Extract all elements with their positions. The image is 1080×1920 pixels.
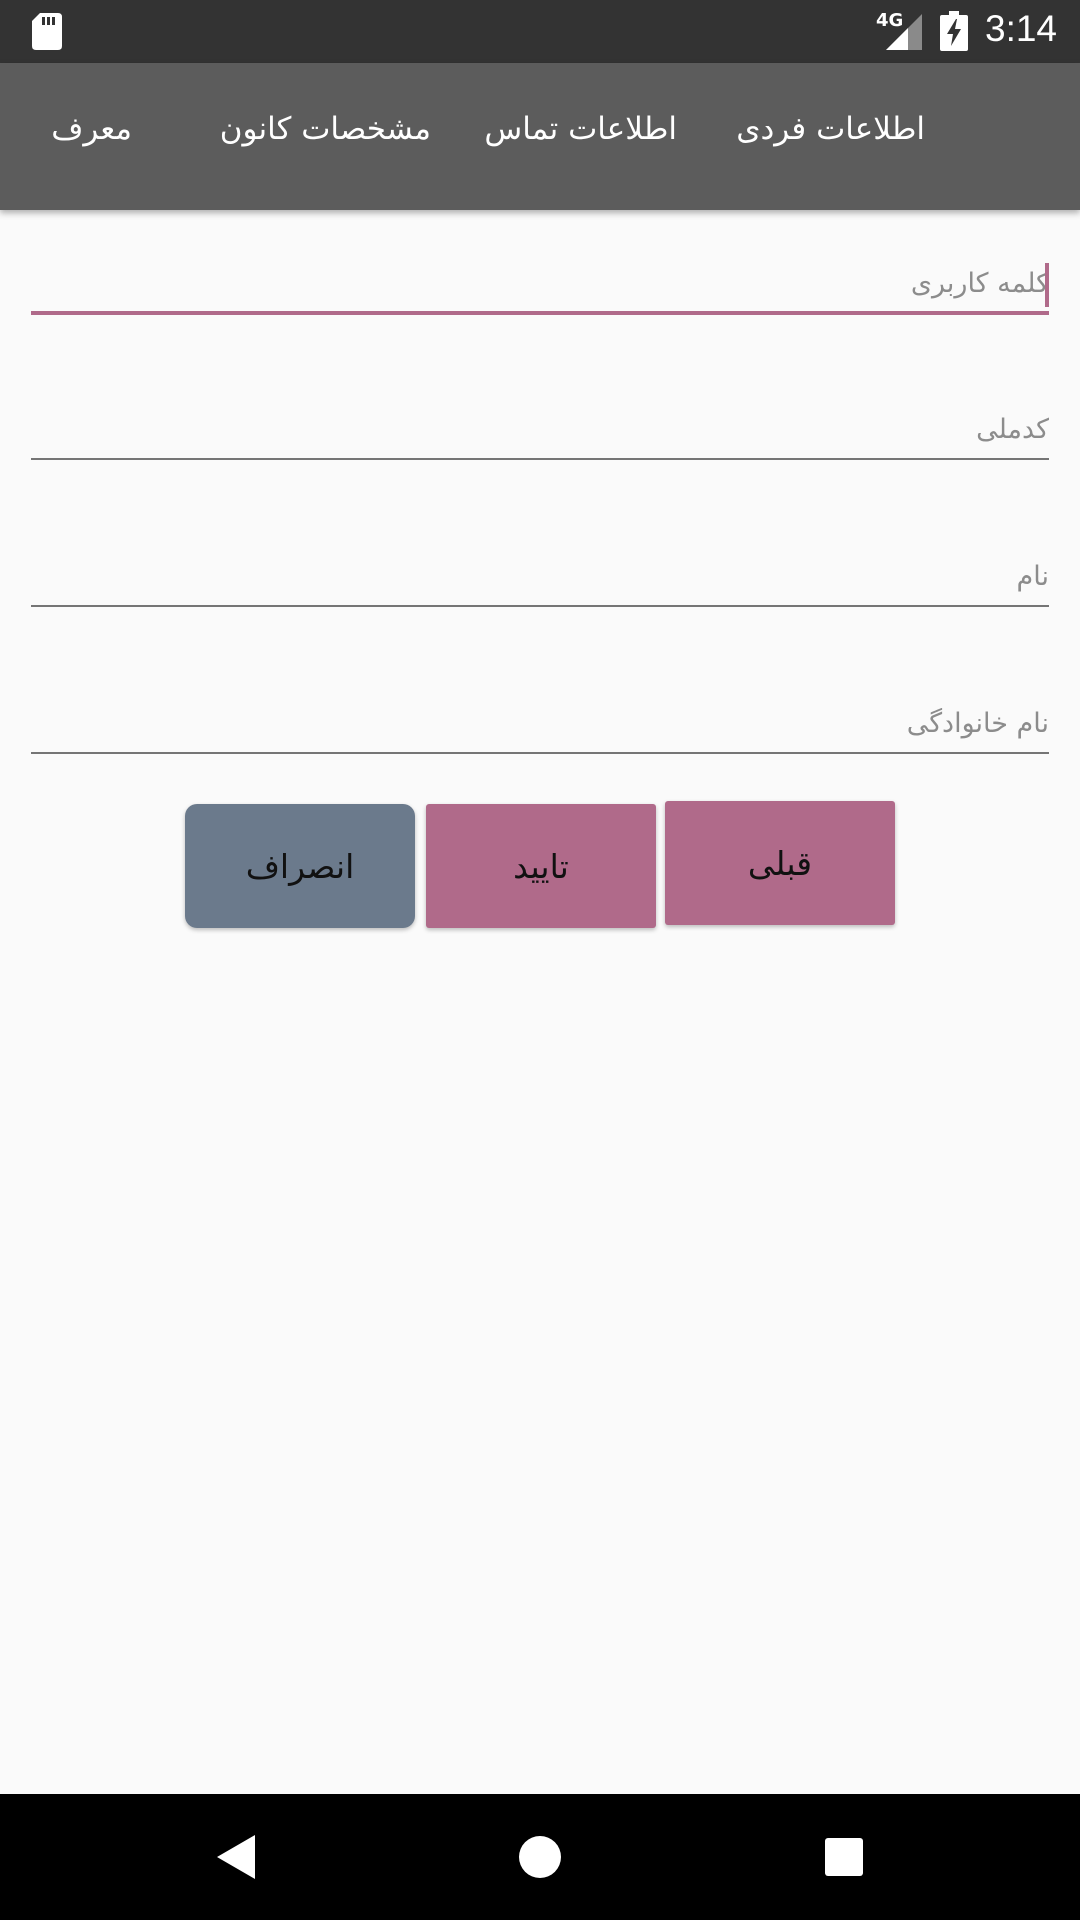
sd-card-icon	[32, 13, 62, 50]
tab-center-details[interactable]: مشخصات کانون	[220, 107, 431, 151]
clock: 3:14	[985, 8, 1058, 49]
national-code-input[interactable]	[31, 400, 1049, 460]
tab-referrer[interactable]: معرف	[51, 107, 132, 151]
text-cursor	[1045, 263, 1049, 307]
last-name-field	[31, 694, 1049, 758]
navigation-bar	[0, 1794, 1080, 1920]
confirm-button[interactable]: تایید	[426, 804, 656, 928]
tab-bar: اطلاعات فردی اطلاعات تماس مشخصات کانون م…	[0, 63, 1080, 210]
previous-button[interactable]: قبلی	[665, 801, 895, 925]
last-name-input[interactable]	[31, 694, 1049, 754]
signal-icon	[886, 14, 922, 50]
home-icon	[519, 1836, 561, 1878]
tab-personal-info[interactable]: اطلاعات فردی	[736, 107, 925, 151]
back-icon	[217, 1835, 255, 1879]
battery-charging-icon	[940, 11, 968, 51]
username-field	[31, 255, 1049, 319]
first-name-input[interactable]	[31, 547, 1049, 607]
tab-contact-info[interactable]: اطلاعات تماس	[484, 107, 677, 151]
username-input[interactable]	[31, 255, 1049, 315]
back-button[interactable]	[176, 1794, 296, 1920]
national-code-field	[31, 400, 1049, 464]
recents-button[interactable]	[784, 1794, 904, 1920]
home-button[interactable]	[480, 1794, 600, 1920]
recents-icon	[825, 1838, 863, 1876]
first-name-field	[31, 547, 1049, 611]
status-bar: 4G 3:14	[0, 0, 1080, 63]
cancel-button[interactable]: انصراف	[185, 804, 415, 928]
